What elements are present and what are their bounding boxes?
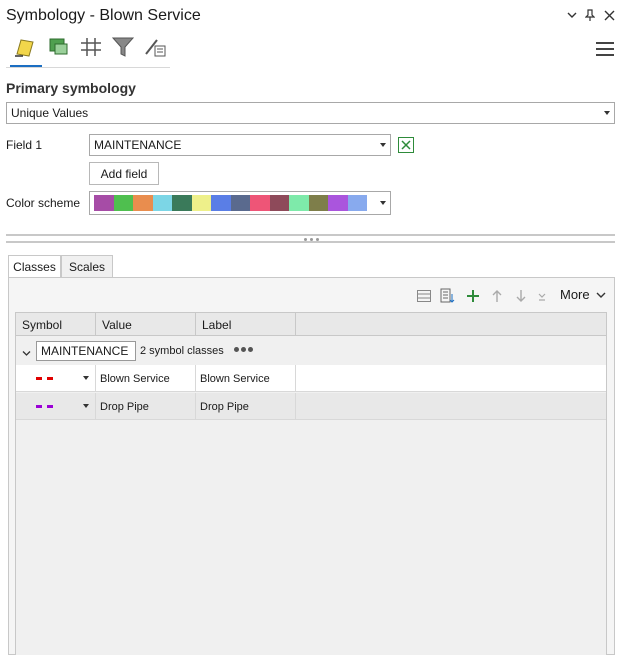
properties-brush-icon[interactable] [140,33,170,61]
tab-scales[interactable]: Scales [61,255,113,277]
color-ramp-preview [94,195,367,211]
color-swatch [328,195,348,211]
chevron-down-icon [380,143,386,147]
group-row: MAINTENANCE 2 symbol classes [16,337,606,365]
pane-title: Symbology - Blown Service [6,7,201,24]
symbol-swatch [47,405,53,408]
field1-label: Field 1 [6,138,43,152]
move-up-icon[interactable] [488,287,506,305]
color-swatch [152,195,172,211]
symbol-swatch [36,405,42,408]
color-swatch [191,195,211,211]
symbology-method-dropdown[interactable]: Unique Values [6,102,615,124]
color-swatch [94,195,114,211]
chevron-down-icon [596,292,606,298]
table-row[interactable]: Drop Pipe Drop Pipe [16,393,606,420]
collapse-chevron-icon[interactable] [22,346,31,360]
color-swatch [230,195,250,211]
grid-symbology-icon[interactable] [76,33,106,61]
symbol-cell[interactable] [16,393,96,420]
color-swatch [347,195,367,211]
group-field-name: MAINTENANCE [36,341,136,361]
chevron-down-icon [604,111,610,115]
symbol-swatch [36,377,42,380]
symbol-swatch [47,377,53,380]
title-bar: Symbology - Blown Service [0,0,628,32]
filter-icon[interactable] [108,33,138,61]
move-bottom-icon[interactable] [533,287,551,305]
add-class-icon[interactable] [464,287,482,305]
more-menu-button[interactable]: More [560,287,606,302]
more-label: More [560,287,590,302]
color-scheme-label: Color scheme [6,196,81,210]
color-swatch [269,195,289,211]
color-scheme-dropdown[interactable] [89,191,391,215]
classes-grid: Symbol Value Label MAINTENANCE 2 symbol … [15,312,607,655]
color-swatch [211,195,231,211]
vary-symbology-icon[interactable] [44,33,74,61]
field1-value: MAINTENANCE [94,138,182,152]
expression-builder-icon[interactable] [398,137,414,153]
table-view-icon[interactable] [415,287,433,305]
chevron-down-icon [83,404,89,408]
chevron-down-icon[interactable] [563,6,581,24]
splitter-grip[interactable] [304,236,322,242]
more-options-icon[interactable] [234,347,253,352]
chevron-down-icon [83,376,89,380]
primary-symbology-heading: Primary symbology [6,80,136,96]
primary-symbology-icon[interactable] [10,33,40,61]
label-cell[interactable]: Blown Service [196,365,296,392]
color-swatch [289,195,309,211]
column-header-value[interactable]: Value [96,313,196,336]
field1-dropdown[interactable]: MAINTENANCE [89,134,391,156]
chevron-down-icon [380,201,386,205]
color-swatch [172,195,192,211]
toolbar-divider [6,67,170,68]
color-swatch [113,195,133,211]
pin-icon[interactable] [581,6,599,24]
value-cell[interactable]: Drop Pipe [96,393,196,420]
add-all-values-icon[interactable] [439,287,457,305]
tab-classes[interactable]: Classes [8,255,61,278]
symbol-cell[interactable] [16,365,96,392]
color-swatch [250,195,270,211]
classes-panel: More Symbol Value Label MAINTENANCE 2 sy… [8,277,615,655]
color-swatch [308,195,328,211]
symbology-method-value: Unique Values [11,106,89,120]
table-row[interactable]: Blown Service Blown Service [16,365,606,392]
add-field-button[interactable]: Add field [89,162,159,185]
color-swatch [133,195,153,211]
column-header-symbol[interactable]: Symbol [16,313,96,336]
grid-header: Symbol Value Label [16,313,606,336]
symbology-toolbar [6,33,170,68]
group-class-count: 2 symbol classes [140,345,224,357]
move-down-icon[interactable] [512,287,530,305]
close-icon[interactable] [600,6,618,24]
value-cell[interactable]: Blown Service [96,365,196,392]
label-cell[interactable]: Drop Pipe [196,393,296,420]
hamburger-menu-icon[interactable] [596,42,614,58]
column-header-label[interactable]: Label [196,313,296,336]
